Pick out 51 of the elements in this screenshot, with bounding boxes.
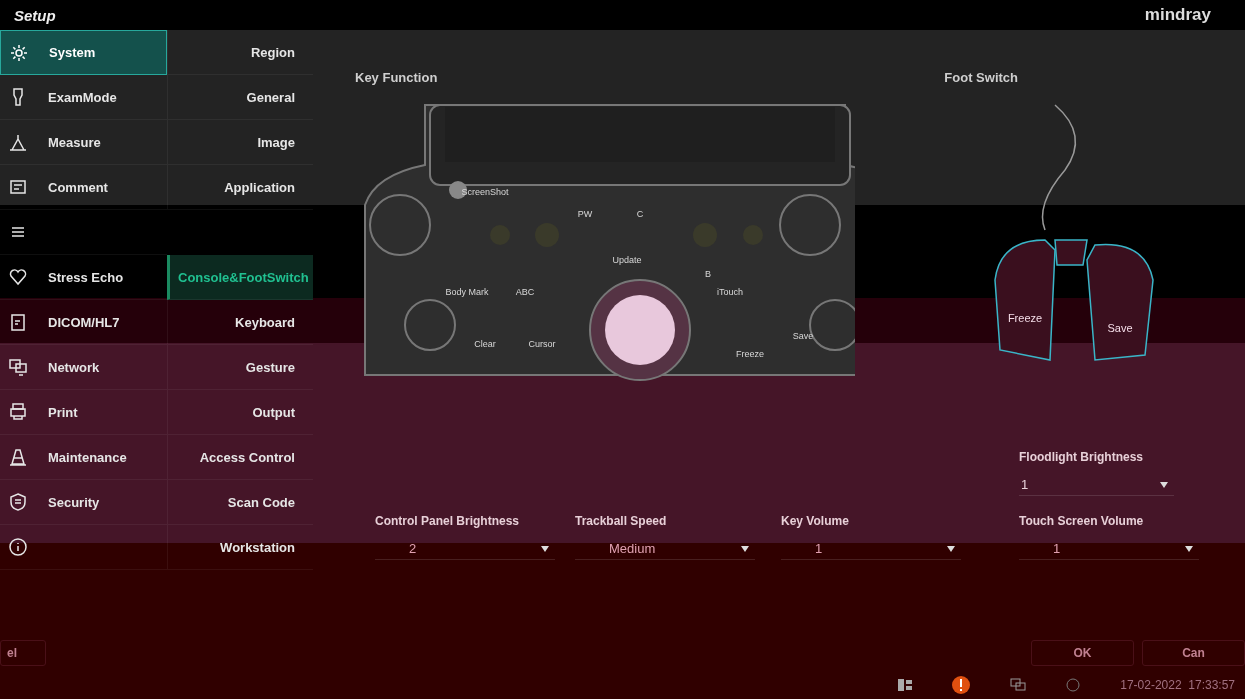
- sidebar-item[interactable]: DICOM/HL7: [0, 300, 167, 345]
- sidebar-item[interactable]: Security: [0, 480, 167, 525]
- key-label: B: [705, 269, 711, 279]
- sidebar-item[interactable]: System: [0, 30, 167, 75]
- key-label: Save: [792, 331, 814, 341]
- window-title: Setup: [14, 6, 56, 24]
- submenu-item[interactable]: Region: [167, 30, 313, 75]
- setting-label: Floodlight Brightness: [1019, 450, 1144, 464]
- setting-dropdown[interactable]: 2: [375, 538, 555, 560]
- submenu-item[interactable]: Access Control: [167, 435, 313, 480]
- sidebar-item[interactable]: ExamMode: [0, 75, 167, 120]
- setting-dropdown[interactable]: 1: [1019, 538, 1199, 560]
- section-title: Foot Switch: [944, 70, 1018, 87]
- setting-dropdown[interactable]: Medium: [575, 538, 755, 560]
- submenu-item[interactable]: Gesture: [167, 345, 313, 390]
- pedal-label: Freeze: [1007, 312, 1043, 324]
- cancel-button[interactable]: el: [0, 640, 46, 666]
- submenu-item[interactable]: Scan Code: [167, 480, 313, 525]
- submenu-item[interactable]: Console&FootSwitch: [167, 255, 313, 300]
- key-label: C: [636, 209, 644, 219]
- dialog-button[interactable]: Can: [1142, 640, 1245, 666]
- date-time: 17-02-2022 17:33:57: [1120, 678, 1235, 692]
- setting-label: Touch Screen Volume: [1019, 514, 1145, 528]
- key-label: iTouch: [717, 287, 743, 297]
- submenu-item[interactable]: Image: [167, 120, 313, 165]
- setting-dropdown[interactable]: 1: [781, 538, 961, 560]
- submenu-item[interactable]: Keyboard: [167, 300, 313, 345]
- sidebar-item[interactable]: Print: [0, 390, 167, 435]
- sidebar-item[interactable]: Comment: [0, 165, 167, 210]
- dialog-button[interactable]: OK: [1031, 640, 1134, 666]
- submenu-item[interactable]: Workstation: [167, 525, 313, 570]
- brand-logo: mindray: [1144, 5, 1211, 25]
- section-title: Key Function: [355, 70, 438, 87]
- submenu-item[interactable]: Output: [167, 390, 313, 435]
- key-label: Clear: [474, 339, 496, 349]
- key-label: Cursor: [528, 339, 556, 349]
- key-label: Update: [612, 255, 642, 265]
- submenu-item[interactable]: Application: [167, 165, 313, 210]
- key-label: ABC: [515, 287, 535, 297]
- submenu-item[interactable]: General: [167, 75, 313, 120]
- sidebar-item[interactable]: Measure: [0, 120, 167, 165]
- pedal-label: Save: [1107, 322, 1133, 334]
- setting-label: Key Volume: [781, 514, 850, 528]
- key-label: Body Mark: [445, 287, 489, 297]
- sidebar-item[interactable]: Maintenance: [0, 435, 167, 480]
- setting-label: Control Panel Brightness: [375, 514, 521, 528]
- key-label: Freeze: [736, 349, 764, 359]
- setting-dropdown[interactable]: 1: [1019, 474, 1174, 496]
- setting-label: Trackball Speed: [575, 514, 668, 528]
- sidebar-item[interactable]: Network: [0, 345, 167, 390]
- key-label: PW: [577, 209, 593, 219]
